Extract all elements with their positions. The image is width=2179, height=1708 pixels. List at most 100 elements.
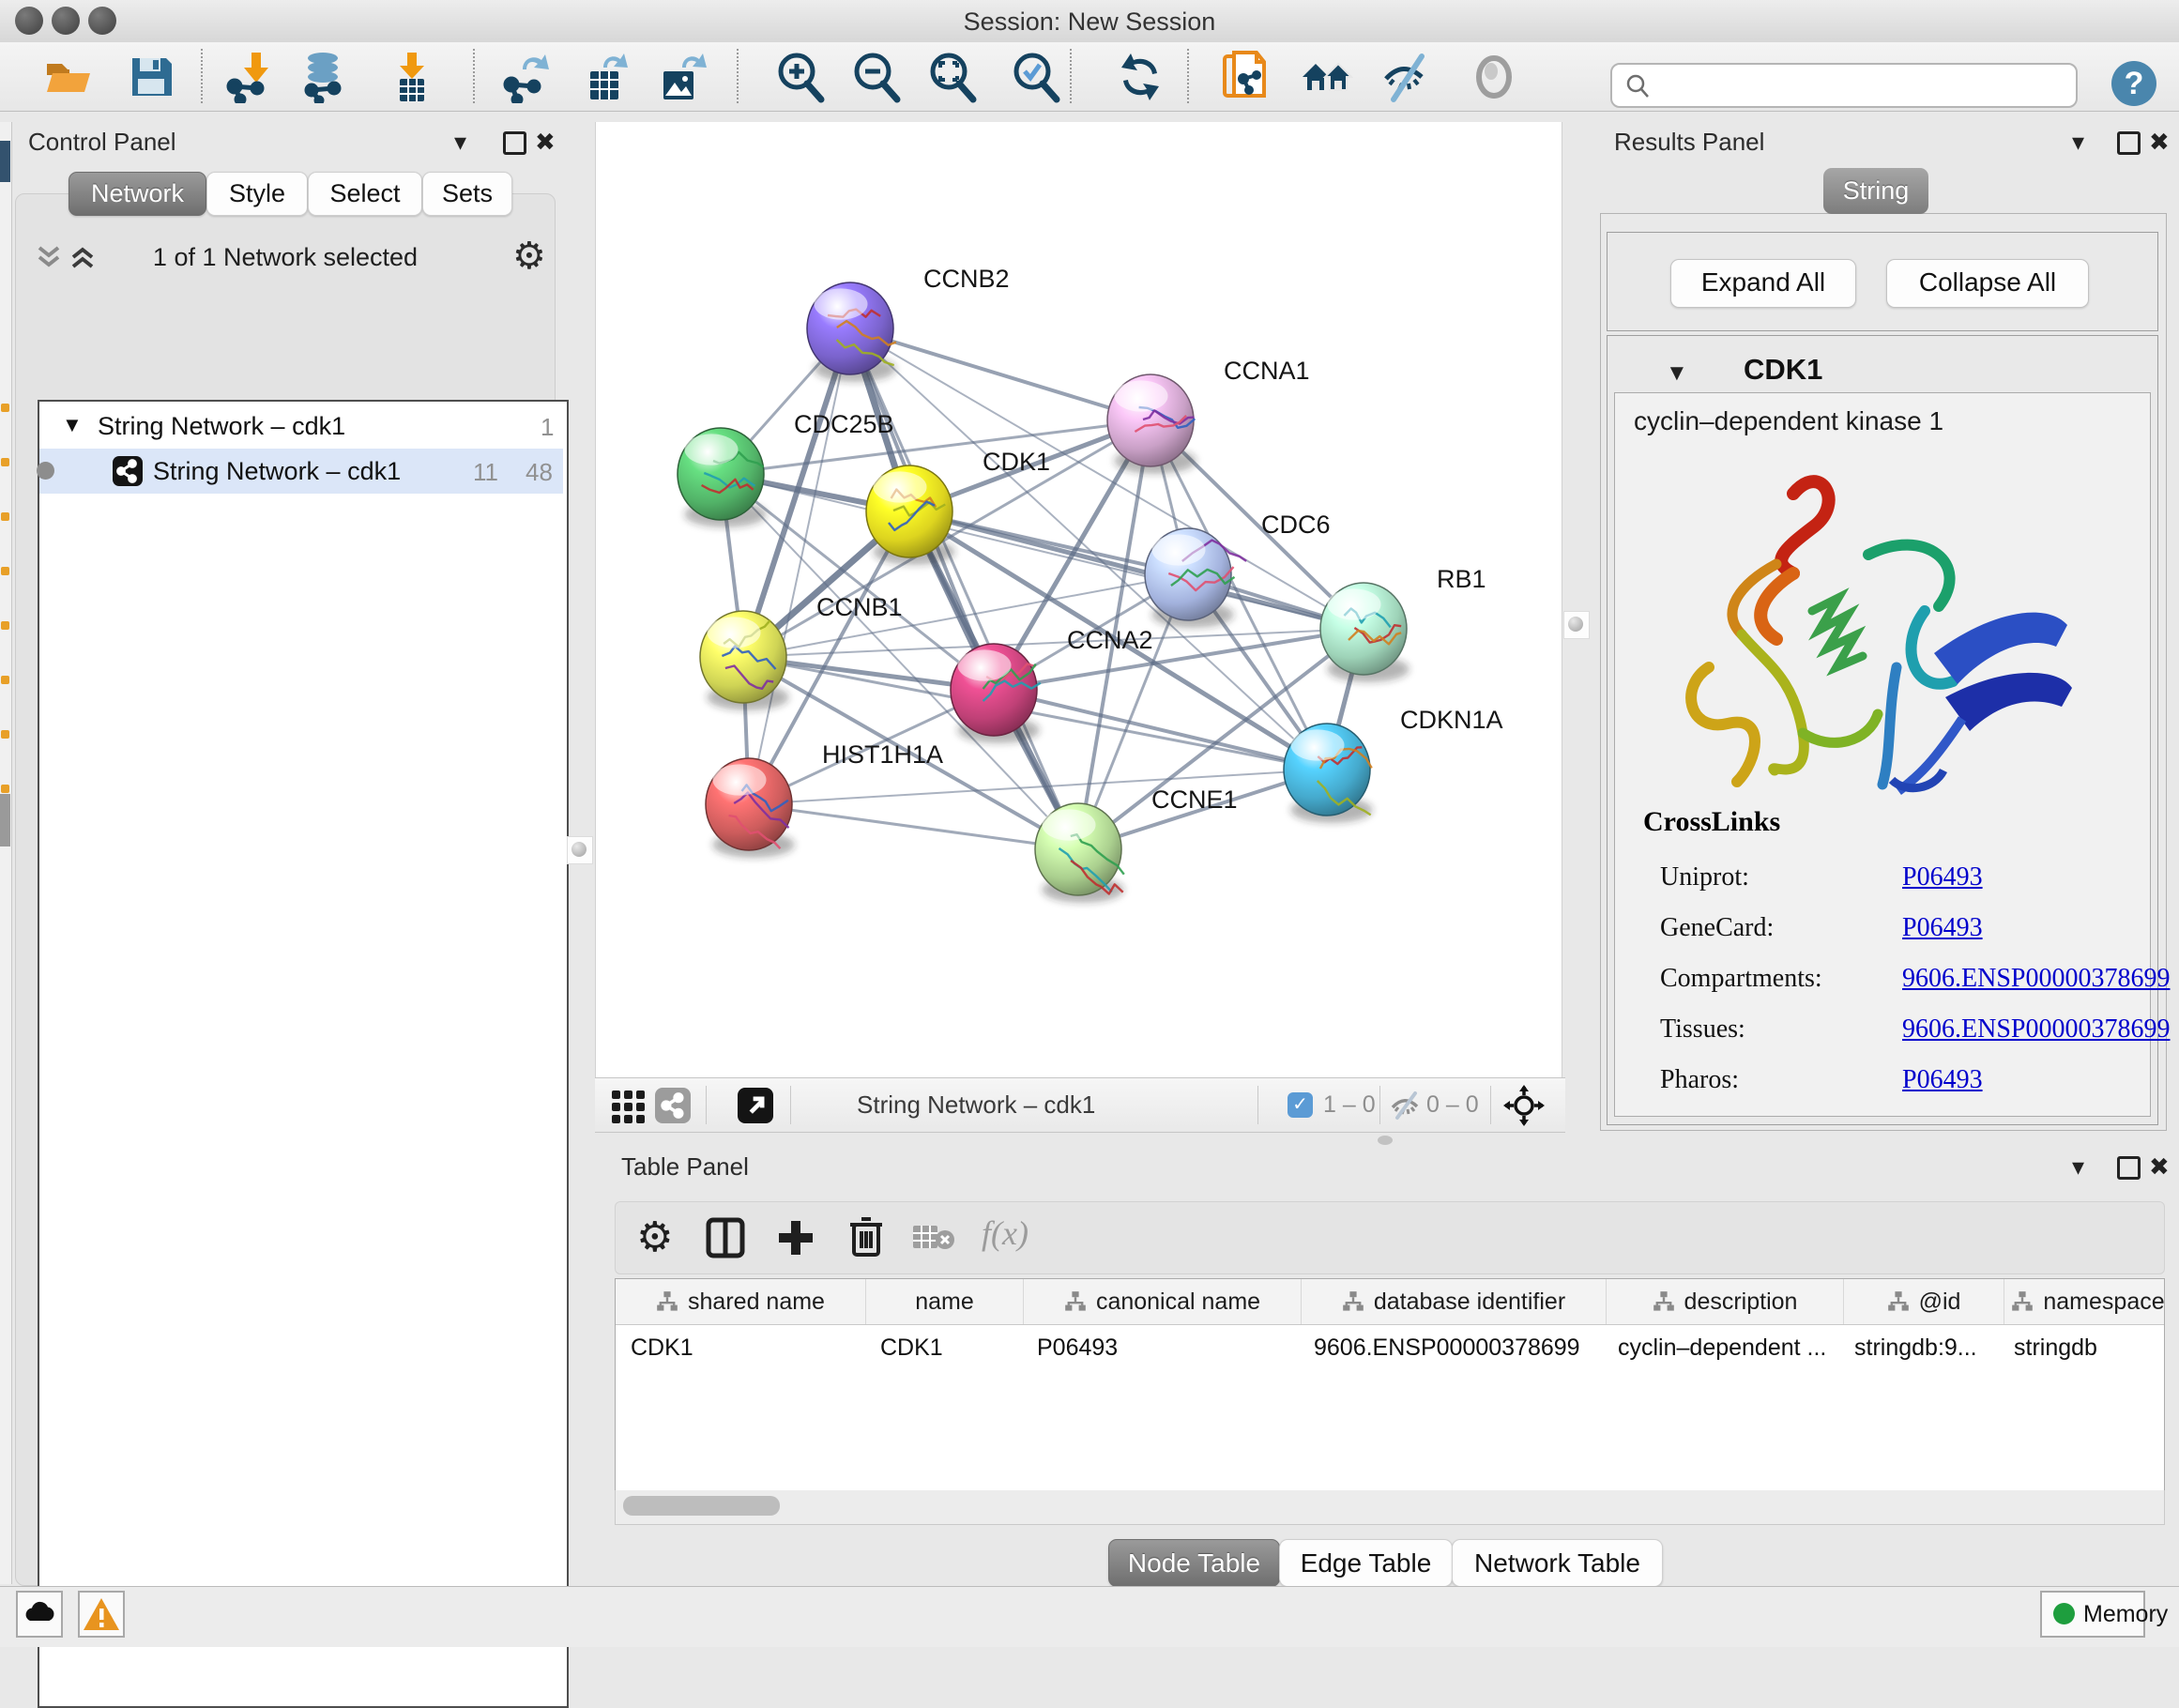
network-node-CDKN1A[interactable]: CDKN1A xyxy=(1284,706,1503,816)
tab-string[interactable]: String xyxy=(1823,168,1928,214)
close-panel-icon[interactable]: ✖ xyxy=(2149,130,2170,154)
import-network-from-file-icon[interactable] xyxy=(225,51,278,103)
float-panel-icon[interactable]: ▾ xyxy=(2072,130,2084,154)
detach-view-icon[interactable] xyxy=(738,1088,773,1123)
search-input[interactable] xyxy=(1657,69,2065,100)
tab-style[interactable]: Style xyxy=(206,172,308,216)
node-label-CCNB2: CCNB2 xyxy=(923,265,1010,293)
manual-layout-crosshair-icon[interactable] xyxy=(1503,1085,1545,1126)
network-node-CCNE1[interactable]: CCNE1 xyxy=(1035,785,1238,895)
maximize-panel-icon[interactable] xyxy=(2117,131,2141,155)
crosslink-link[interactable]: 9606.ENSP00000378699 xyxy=(1902,964,2170,994)
left-splitter-handle[interactable] xyxy=(567,836,593,864)
table-row[interactable]: CDK1CDK1P064939606.ENSP00000378699cyclin… xyxy=(616,1325,2164,1372)
node-label-CDKN1A: CDKN1A xyxy=(1400,706,1503,734)
table-settings-gear-icon[interactable]: ⚙ xyxy=(636,1213,673,1261)
collapse-all-networks-icon[interactable] xyxy=(34,242,64,272)
column-header-namespace[interactable]: namespace xyxy=(2004,1279,2165,1324)
protein-expander-icon[interactable]: ▼ xyxy=(1666,360,1688,387)
column-header-shared-name[interactable]: shared name xyxy=(616,1279,866,1324)
collapsed-tab[interactable] xyxy=(0,794,10,846)
column-header-canonical-name[interactable]: canonical name xyxy=(1024,1279,1302,1324)
import-table-from-file-icon[interactable] xyxy=(385,51,437,103)
import-network-from-database-icon[interactable] xyxy=(298,51,351,103)
side-tab-strip[interactable] xyxy=(0,122,12,1584)
network-node-CCNA1[interactable]: CCNA1 xyxy=(1107,357,1310,466)
float-panel-icon[interactable]: ▾ xyxy=(2072,1154,2084,1179)
collapse-all-button[interactable]: Collapse All xyxy=(1886,259,2089,308)
float-panel-icon[interactable]: ▾ xyxy=(454,130,466,154)
hidden-items-eye-icon[interactable] xyxy=(1389,1090,1421,1121)
grid-view-icon[interactable] xyxy=(610,1087,648,1124)
maximize-panel-icon[interactable] xyxy=(2117,1156,2141,1180)
crosslink-link[interactable]: 9606.ENSP00000378699 xyxy=(1902,1014,2170,1045)
export-table-icon[interactable] xyxy=(579,51,632,103)
scrollbar-thumb[interactable] xyxy=(623,1496,780,1516)
network-overview-icon[interactable] xyxy=(655,1088,691,1123)
refresh-icon[interactable] xyxy=(1114,51,1166,103)
memory-button[interactable]: Memory xyxy=(2040,1591,2145,1638)
tab-edge-table[interactable]: Edge Table xyxy=(1279,1539,1453,1587)
function-builder-icon[interactable]: f(x) xyxy=(982,1213,1029,1253)
show-columns-icon[interactable] xyxy=(706,1217,745,1258)
close-panel-icon[interactable]: ✖ xyxy=(2149,1154,2170,1179)
tab-node-table[interactable]: Node Table xyxy=(1108,1539,1280,1587)
crosslinks-title: CrossLinks xyxy=(1643,806,1780,838)
tab-network[interactable]: Network xyxy=(69,172,206,216)
show-all-icon[interactable] xyxy=(1468,51,1520,103)
close-panel-icon[interactable]: ✖ xyxy=(535,130,556,154)
crosslink-row: Pharos:P06493 xyxy=(1615,1058,2150,1108)
table-body: CDK1CDK1P064939606.ENSP00000378699cyclin… xyxy=(616,1325,2164,1372)
column-header-name[interactable]: name xyxy=(866,1279,1024,1324)
tab-select[interactable]: Select xyxy=(308,172,422,216)
delete-table-icon[interactable] xyxy=(912,1223,955,1251)
zoom-selected-icon[interactable] xyxy=(1010,51,1062,103)
tab-network-table[interactable]: Network Table xyxy=(1452,1539,1663,1587)
zoom-out-icon[interactable] xyxy=(850,51,903,103)
export-image-icon[interactable] xyxy=(656,51,709,103)
help-button[interactable]: ? xyxy=(2111,61,2156,106)
warnings-button[interactable] xyxy=(78,1591,125,1638)
export-network-icon[interactable] xyxy=(500,51,553,103)
maximize-panel-icon[interactable] xyxy=(503,131,526,155)
network-graph[interactable]: CCNB2CCNA1CDC25BCDK1CDC6RB1CCNB1CCNA2CDK… xyxy=(596,122,1562,1077)
toolbar-separator xyxy=(1187,49,1189,103)
first-neighbors-icon[interactable] xyxy=(1301,51,1353,103)
open-session-icon[interactable] xyxy=(41,51,94,103)
network-canvas[interactable]: CCNB2CCNA1CDC25BCDK1CDC6RB1CCNB1CCNA2CDK… xyxy=(595,122,1562,1078)
new-network-from-selection-icon[interactable] xyxy=(1221,51,1273,103)
tab-sets[interactable]: Sets xyxy=(422,172,512,216)
right-splitter-handle[interactable] xyxy=(1563,611,1590,639)
hide-selected-icon[interactable] xyxy=(1380,51,1433,103)
collection-expander-icon[interactable]: ▼ xyxy=(62,413,83,437)
network-row-selected[interactable]: String Network – cdk1 11 48 xyxy=(39,449,563,494)
column-header-database-identifier[interactable]: database identifier xyxy=(1302,1279,1607,1324)
network-node-RB1[interactable]: RB1 xyxy=(1320,565,1486,675)
zoom-fit-icon[interactable] xyxy=(926,51,979,103)
horizontal-splitter-handle[interactable] xyxy=(1378,1136,1393,1145)
expand-all-button[interactable]: Expand All xyxy=(1670,259,1856,308)
network-collection-row[interactable]: ▼ String Network – cdk1 1 xyxy=(39,404,563,449)
create-column-icon[interactable] xyxy=(775,1217,816,1258)
table-cell: 9606.ENSP00000378699 xyxy=(1299,1325,1603,1372)
table-horizontal-scrollbar[interactable] xyxy=(615,1490,2165,1525)
collapsed-tab[interactable] xyxy=(0,141,10,182)
selected-nodes-checkbox-icon[interactable]: ✓ xyxy=(1288,1092,1313,1118)
crosslink-link[interactable]: P06493 xyxy=(1902,862,1983,892)
column-header-description[interactable]: description xyxy=(1607,1279,1844,1324)
cloud-button[interactable] xyxy=(16,1591,63,1638)
current-network-dot-icon xyxy=(37,462,54,480)
network-view-title: String Network – cdk1 xyxy=(857,1090,1095,1120)
toolbar-separator xyxy=(1070,49,1072,103)
network-node-CDC6[interactable]: CDC6 xyxy=(1145,511,1331,620)
column-header-@id[interactable]: @id xyxy=(1844,1279,2004,1324)
crosslink-link[interactable]: P06493 xyxy=(1902,1065,1983,1095)
network-node-CCNB2[interactable]: CCNB2 xyxy=(807,265,1010,374)
save-session-icon[interactable] xyxy=(125,51,177,103)
zoom-in-icon[interactable] xyxy=(774,51,827,103)
crosslink-link[interactable]: P06493 xyxy=(1902,913,1983,943)
results-panel-title: Results Panel xyxy=(1614,128,1764,157)
delete-column-icon[interactable] xyxy=(848,1215,884,1258)
network-options-gear-icon[interactable]: ⚙ xyxy=(512,235,546,278)
expand-all-networks-icon[interactable] xyxy=(68,242,98,272)
